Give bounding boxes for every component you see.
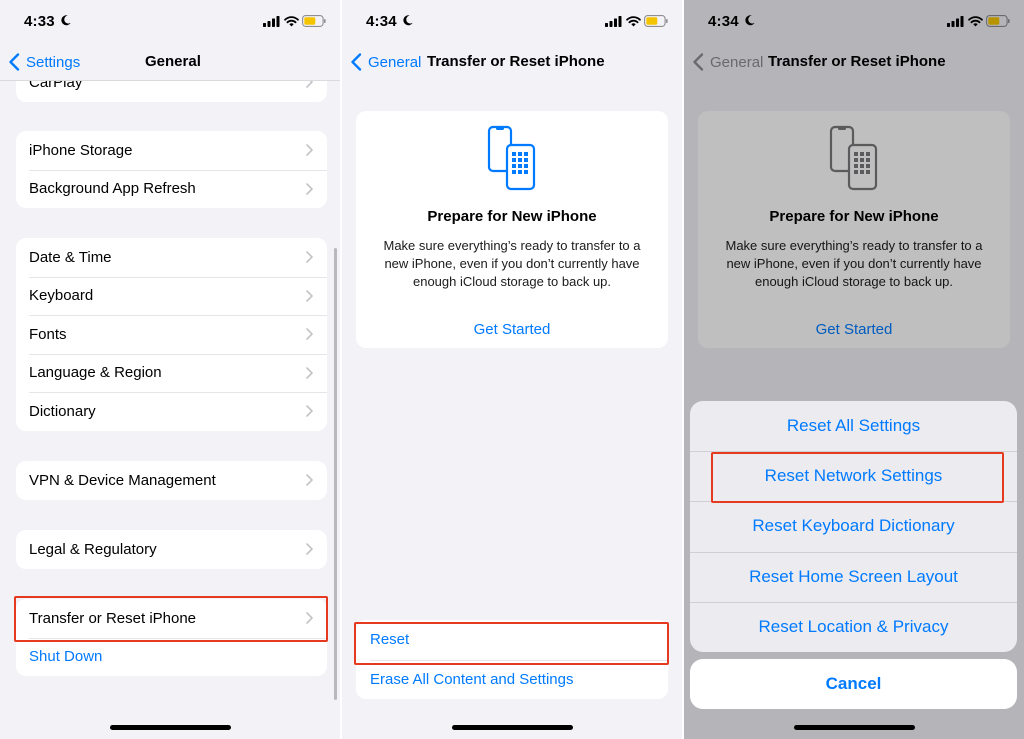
row-date-time[interactable]: Date & Time (16, 238, 327, 277)
chevron-right-icon (306, 80, 313, 88)
wifi-icon (626, 16, 641, 27)
row-label: Fonts (29, 325, 67, 343)
chevron-right-icon (306, 612, 313, 624)
cancel-button[interactable]: Cancel (690, 659, 1017, 709)
scrollbar[interactable] (334, 248, 337, 700)
chevron-right-icon (306, 144, 313, 156)
settings-group-storage: iPhone Storage Background App Refresh (16, 131, 327, 208)
back-label: Settings (26, 53, 81, 71)
chevron-right-icon (306, 366, 313, 379)
row-language-region[interactable]: Language & Region (16, 353, 327, 393)
settings-group-locale: Date & Time Keyboard Fonts Language & Re… (16, 238, 327, 431)
card-title: Prepare for New iPhone (427, 208, 597, 225)
page-title: General (145, 53, 201, 70)
reset-keyboard-dictionary-button[interactable]: Reset Keyboard Dictionary (690, 501, 1017, 551)
reset-action-sheet: Reset All Settings Reset Network Setting… (690, 401, 1017, 652)
cellular-signal-icon (263, 16, 280, 27)
row-label: Legal & Regulatory (29, 540, 157, 558)
settings-group-legal: Legal & Regulatory (16, 530, 327, 569)
chevron-right-icon (306, 251, 313, 263)
row-label: CarPlay (29, 80, 83, 91)
reset-options-group: Reset Erase All Content and Settings (356, 620, 668, 699)
row-label: Dictionary (29, 402, 96, 420)
row-shut-down[interactable]: Shut Down (16, 637, 327, 677)
nav-bar: Settings General (0, 44, 340, 80)
row-background-app-refresh[interactable]: Background App Refresh (16, 169, 327, 209)
chevron-right-icon (306, 405, 313, 417)
home-indicator[interactable] (110, 725, 231, 730)
page-title: Transfer or Reset iPhone (427, 53, 605, 70)
row-label: Language & Region (29, 364, 162, 382)
panel-general-settings: 4:33 Settings General CarPlay iPhone Sto… (0, 0, 340, 739)
settings-group-reset: Transfer or Reset iPhone Shut Down (16, 599, 327, 676)
row-label: VPN & Device Management (29, 471, 216, 489)
panel-transfer-reset: 4:34 General Transfer or Reset iPhone Pr… (342, 0, 682, 739)
reset-network-settings-button[interactable]: Reset Network Settings (690, 451, 1017, 501)
row-carplay[interactable]: CarPlay (16, 80, 327, 102)
battery-low-power-icon (644, 15, 668, 27)
row-label: Transfer or Reset iPhone (29, 609, 197, 627)
cellular-signal-icon (605, 16, 622, 27)
reset-row[interactable]: Reset (356, 620, 668, 660)
back-button[interactable]: General (350, 51, 421, 73)
moon-icon (61, 15, 71, 26)
settings-group-vpn: VPN & Device Management (16, 461, 327, 500)
status-bar: 4:33 (0, 0, 340, 44)
chevron-right-icon (306, 182, 313, 195)
row-fonts[interactable]: Fonts (16, 315, 327, 354)
home-indicator[interactable] (452, 725, 573, 730)
row-label: Shut Down (29, 648, 103, 666)
nav-separator (0, 80, 340, 81)
status-bar: 4:34 (342, 0, 682, 44)
list-clip: CarPlay (0, 80, 340, 102)
chevron-right-icon (306, 543, 313, 555)
status-time: 4:33 (24, 13, 55, 30)
chevron-right-icon (306, 328, 313, 340)
row-transfer-reset-iphone[interactable]: Transfer or Reset iPhone (16, 599, 327, 638)
row-iphone-storage[interactable]: iPhone Storage (16, 131, 327, 170)
row-label: iPhone Storage (29, 141, 133, 159)
settings-group-partial: CarPlay (16, 80, 327, 102)
reset-all-settings-button[interactable]: Reset All Settings (690, 401, 1017, 451)
reset-location-privacy-button[interactable]: Reset Location & Privacy (690, 601, 1017, 652)
panel-reset-sheet: 4:34 General Transfer or Reset iPhone Pr… (684, 0, 1024, 739)
phones-transfer-icon (487, 125, 536, 191)
chevron-left-icon (351, 53, 362, 71)
chevron-left-icon (9, 53, 20, 71)
row-label: Background App Refresh (29, 180, 196, 198)
prepare-card: Prepare for New iPhone Make sure everyth… (356, 111, 668, 348)
row-vpn-device-management[interactable]: VPN & Device Management (16, 461, 327, 500)
row-legal-regulatory[interactable]: Legal & Regulatory (16, 530, 327, 569)
chevron-right-icon (306, 289, 313, 302)
back-label: General (368, 53, 422, 71)
get-started-link[interactable]: Get Started (356, 321, 668, 338)
row-keyboard[interactable]: Keyboard (16, 276, 327, 316)
row-dictionary[interactable]: Dictionary (16, 392, 327, 431)
status-time: 4:34 (366, 13, 397, 30)
row-label: Date & Time (29, 248, 112, 266)
card-description: Make sure everything’s ready to transfer… (383, 238, 641, 289)
wifi-icon (284, 16, 299, 27)
nav-bar: General Transfer or Reset iPhone (342, 44, 682, 80)
back-button[interactable]: Settings (8, 51, 80, 73)
battery-low-power-icon (302, 15, 326, 27)
home-indicator[interactable] (794, 725, 915, 730)
erase-all-row[interactable]: Erase All Content and Settings (356, 659, 668, 700)
chevron-right-icon (306, 474, 313, 486)
moon-icon (403, 15, 413, 26)
row-label: Keyboard (29, 287, 94, 305)
reset-home-screen-layout-button[interactable]: Reset Home Screen Layout (690, 551, 1017, 602)
